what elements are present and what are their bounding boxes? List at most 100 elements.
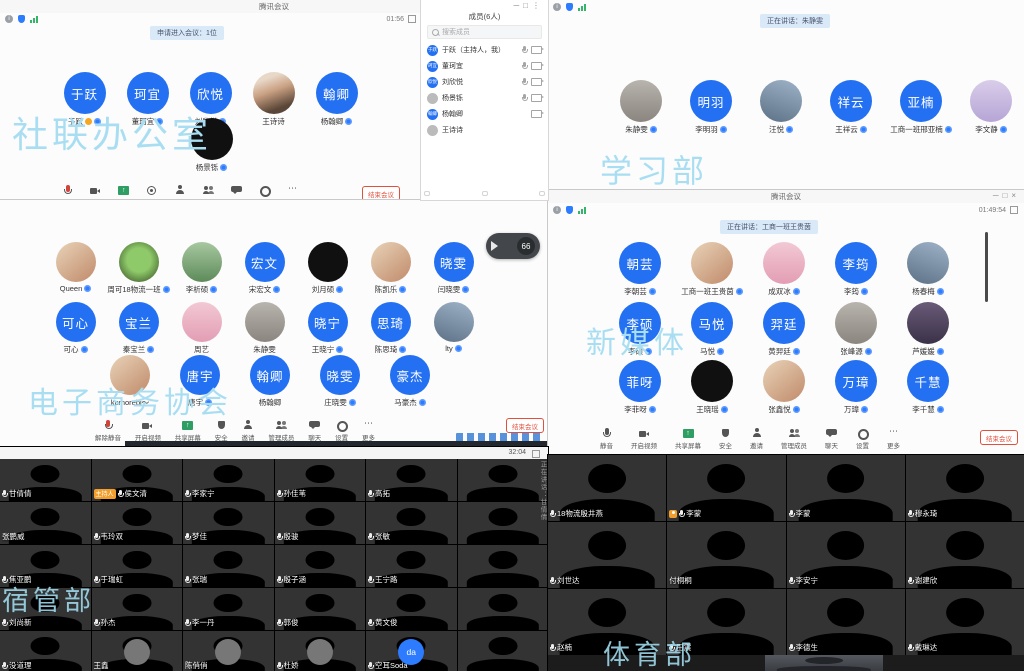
participant[interactable]: 珂宜 董珂宜	[116, 72, 179, 127]
participant[interactable]: 李析硕	[170, 242, 233, 295]
video-cell[interactable]: 张鹏威	[0, 502, 91, 544]
toolbar-button[interactable]: 开启视频	[135, 420, 161, 442]
participant[interactable]: 朱静雯	[606, 80, 676, 135]
video-cell[interactable]: 付桐桐	[667, 522, 785, 588]
minimize-icon[interactable]: ─	[513, 1, 523, 10]
video-cell[interactable]: 李一丹	[183, 588, 274, 630]
video-cell[interactable]: 殷骏	[275, 502, 366, 544]
participant[interactable]: komorebi～	[95, 355, 165, 408]
member-action-button[interactable]	[539, 191, 545, 196]
video-cell[interactable]: 高拓	[366, 459, 457, 501]
camera-icon[interactable]	[531, 46, 542, 54]
toolbar-button[interactable]: 安全	[215, 420, 228, 442]
toolbar-button[interactable]: 管理成员	[781, 428, 807, 450]
video-cell[interactable]: 李蒙	[667, 455, 785, 521]
member-row[interactable]: 王诗诗	[421, 122, 548, 138]
toolbar-button[interactable]	[231, 185, 242, 196]
participant[interactable]: 陈凯乐	[359, 242, 422, 295]
participant[interactable]: 祥云 王祥云	[816, 80, 886, 135]
mic-icon[interactable]	[522, 46, 527, 54]
video-cell[interactable]	[458, 459, 549, 501]
video-cell[interactable]	[458, 631, 549, 671]
participant[interactable]: 工商一班王贵茵	[676, 242, 748, 297]
member-row[interactable]: 杨景铄	[421, 90, 548, 106]
participant[interactable]: 晓雯 闫晓雯	[422, 242, 485, 295]
info-icon[interactable]: i	[553, 3, 561, 11]
participant[interactable]: 宏文 宋宏文	[233, 242, 296, 295]
shield-icon[interactable]	[18, 15, 25, 23]
toolbar-button[interactable]: 共享屏幕	[175, 420, 201, 442]
layout-icon[interactable]	[532, 450, 540, 458]
video-cell[interactable]: 谢建欣	[906, 522, 1024, 588]
toolbar-button[interactable]	[203, 185, 214, 196]
mic-icon[interactable]	[522, 62, 527, 70]
participant[interactable]: 思琦 陈思琦	[359, 302, 422, 355]
participant[interactable]: 刘月硕	[296, 242, 359, 295]
participant[interactable]: 王晓瑶	[676, 360, 748, 415]
toolbar-button[interactable]	[259, 185, 270, 196]
participant[interactable]: 亚楠 工商一班邢亚楠	[886, 80, 956, 135]
participant[interactable]: 晓雯 庄晓雯	[305, 355, 375, 408]
toolbar-button[interactable]: 开启视频	[631, 428, 657, 450]
video-cell[interactable]: 李德生	[787, 589, 905, 655]
participant[interactable]: 千慧 李千慧	[892, 360, 964, 415]
video-cell[interactable]: 主持人 侯文清	[92, 459, 183, 501]
video-cell[interactable]	[765, 655, 883, 671]
toolbar-button[interactable]	[62, 185, 73, 196]
video-cell[interactable]: 梦佳	[183, 502, 274, 544]
video-cell[interactable]: 18物流殷井燕	[548, 455, 666, 521]
video-cell[interactable]: da 空耳Soda	[366, 631, 457, 671]
video-cell[interactable]: 穆永琦	[906, 455, 1024, 521]
video-cell[interactable]: 甘倩倩	[0, 459, 91, 501]
participant[interactable]: 晓宁 王晓宁	[296, 302, 359, 355]
participant[interactable]: 周可18物流一班	[107, 242, 170, 295]
participant[interactable]: 张鑫悦	[748, 360, 820, 415]
participant[interactable]: 周艺	[170, 302, 233, 355]
toolbar-button[interactable]: 邀请	[750, 428, 763, 450]
member-row[interactable]: 珂宜 董珂宜	[421, 58, 548, 74]
participant[interactable]: 王诗诗	[242, 72, 305, 127]
shield-icon[interactable]	[566, 206, 573, 214]
participant[interactable]: 可心 可心	[44, 302, 107, 355]
toolbar-button[interactable]: 设置	[856, 428, 869, 450]
video-cell[interactable]: 戴琳达	[906, 589, 1024, 655]
info-icon[interactable]: i	[553, 206, 561, 214]
participant[interactable]: 豪杰 马豪杰	[375, 355, 445, 408]
mic-icon[interactable]	[522, 94, 527, 102]
participant[interactable]: 李文静	[956, 80, 1024, 135]
volume-indicator[interactable]: 66	[486, 233, 540, 259]
camera-icon[interactable]	[531, 94, 542, 102]
search-input[interactable]: 搜索成员	[427, 25, 542, 39]
participant[interactable]: 朱静雯	[233, 302, 296, 355]
member-row[interactable]: 欣悦 刘欣悦	[421, 74, 548, 90]
participant[interactable]: 羿廷 黄羿廷	[748, 302, 820, 357]
toolbar-button[interactable]	[118, 185, 129, 196]
video-cell[interactable]: 陈俏俏	[183, 631, 274, 671]
participant[interactable]: 汪悦	[746, 80, 816, 135]
maximize-icon[interactable]: □	[523, 1, 532, 10]
participant[interactable]: 明羽 李明羽	[676, 80, 746, 135]
video-cell[interactable]: 没道理	[0, 631, 91, 671]
participant[interactable]: 翰卿 杨翰卿	[235, 355, 305, 408]
member-row[interactable]: 于跃 于跃（主持人，我）	[421, 42, 548, 58]
end-meeting-button[interactable]: 结束会议	[980, 430, 1018, 445]
video-cell[interactable]: 孙杰	[92, 588, 183, 630]
camera-icon[interactable]	[531, 62, 542, 70]
toolbar-button[interactable]: 解除静音	[95, 420, 121, 442]
video-cell[interactable]: 于瑞虹	[92, 545, 183, 587]
participant[interactable]: Queen	[44, 242, 107, 295]
toolbar-button[interactable]	[175, 185, 186, 196]
video-cell[interactable]: 王宁路	[366, 545, 457, 587]
video-cell[interactable]	[458, 588, 549, 630]
video-cell[interactable]: 王鑫	[92, 631, 183, 671]
video-cell[interactable]: 黄文俊	[366, 588, 457, 630]
member-action-button[interactable]	[424, 191, 430, 196]
participant[interactable]: 马悦 马悦	[676, 302, 748, 357]
participant[interactable]: 张峰源	[820, 302, 892, 357]
video-cell[interactable]: 孙佳苇	[275, 459, 366, 501]
participant[interactable]: 李筠 李筠	[820, 242, 892, 297]
member-action-button[interactable]	[482, 191, 488, 196]
participant[interactable]: 翰卿 杨翰卿	[305, 72, 368, 127]
maximize-icon[interactable]: □	[1002, 191, 1011, 200]
toolbar-button[interactable]: 更多	[362, 420, 375, 442]
